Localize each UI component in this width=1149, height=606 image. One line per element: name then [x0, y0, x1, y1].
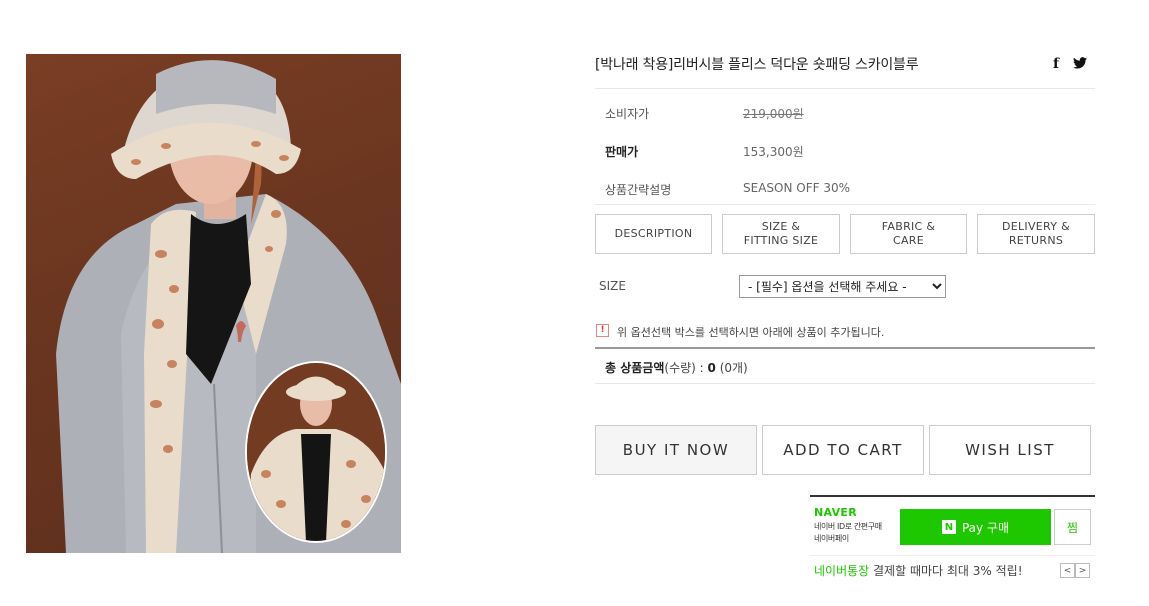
tab-description[interactable]: DESCRIPTION — [595, 214, 712, 254]
sale-price: 153,300원 — [743, 145, 804, 159]
naver-sub-line2: 네이버페이 — [814, 534, 849, 543]
twitter-bird-icon — [1073, 57, 1087, 69]
sale-price-label: 판매가 — [605, 145, 639, 159]
total-count: (0개) — [715, 361, 748, 375]
zzim-button[interactable]: 찜 — [1054, 509, 1091, 545]
summary-value: SEASON OFF 30% — [743, 181, 850, 195]
consumer-price-label: 소비자가 — [605, 107, 650, 121]
divider — [595, 204, 1095, 205]
tab-fabric-care[interactable]: FABRIC & CARE — [850, 214, 967, 254]
total-label: 총 상품금액 — [605, 361, 665, 375]
naver-pay-button[interactable]: N Pay 구매 — [900, 509, 1051, 545]
naver-logo: NAVER — [814, 506, 857, 519]
add-to-cart-button[interactable]: ADD TO CART — [762, 425, 924, 475]
total-amount: 총 상품금액(수량) : 0 (0개) — [605, 359, 748, 376]
naver-pay-subtitle: 네이버 ID로 간편구매 네이버페이 — [814, 521, 882, 545]
naver-pay-widget: NAVER 네이버 ID로 간편구매 네이버페이 N Pay 구매 찜 네이버통… — [810, 495, 1095, 583]
tab-description-label: DESCRIPTION — [614, 227, 693, 240]
twitter-icon[interactable] — [1073, 57, 1087, 72]
tab-size-fitting[interactable]: SIZE & FITTING SIZE — [722, 214, 840, 254]
product-image — [26, 54, 401, 553]
tab-size-fitting-label: SIZE & FITTING SIZE — [743, 220, 819, 247]
tab-fabric-care-label: FABRIC & CARE — [881, 220, 936, 247]
summary-label: 상품간략설명 — [605, 183, 672, 197]
option-notice: 위 옵션선택 박스를 선택하시면 아래에 상품이 추가됩니다. — [617, 326, 885, 339]
naver-pay-button-label: Pay 구매 — [961, 520, 1010, 535]
consumer-price: 219,000원 — [743, 107, 804, 121]
naver-promo-highlight: 네이버통장 — [814, 564, 870, 578]
total-value: 0 — [707, 361, 716, 375]
wish-list-button[interactable]: WISH LIST — [929, 425, 1091, 475]
size-select[interactable]: - [필수] 옵션을 선택해 주세요 - — [739, 275, 946, 298]
naver-promo-text: 네이버통장 결제할 때마다 최대 3% 적립! — [814, 562, 1023, 579]
npay-separator — [810, 555, 1095, 556]
product-photo — [56, 60, 401, 553]
naver-promo-rest: 결제할 때마다 최대 3% 적립! — [869, 564, 1023, 578]
divider — [595, 88, 1095, 89]
promo-prev-icon[interactable]: < — [1060, 563, 1075, 578]
total-qty-label: (수량) : — [664, 361, 708, 375]
promo-next-icon[interactable]: > — [1075, 563, 1090, 578]
npay-divider — [810, 495, 1095, 497]
tab-delivery-returns-label: DELIVERY & RETURNS — [1001, 220, 1070, 247]
total-divider — [595, 347, 1095, 349]
size-label: SIZE — [599, 279, 626, 293]
divider — [595, 383, 1095, 384]
alert-icon: ! — [596, 324, 609, 337]
naver-sub-line1: 네이버 ID로 간편구매 — [814, 522, 882, 531]
tab-delivery-returns[interactable]: DELIVERY & RETURNS — [977, 214, 1095, 254]
facebook-icon[interactable]: f — [1053, 57, 1059, 71]
buy-now-button[interactable]: BUY IT NOW — [595, 425, 757, 475]
naver-n-icon: N — [941, 520, 956, 534]
product-title: [박나래 착용]리버시블 플리스 덕다운 숏패딩 스카이블루 — [595, 57, 919, 73]
